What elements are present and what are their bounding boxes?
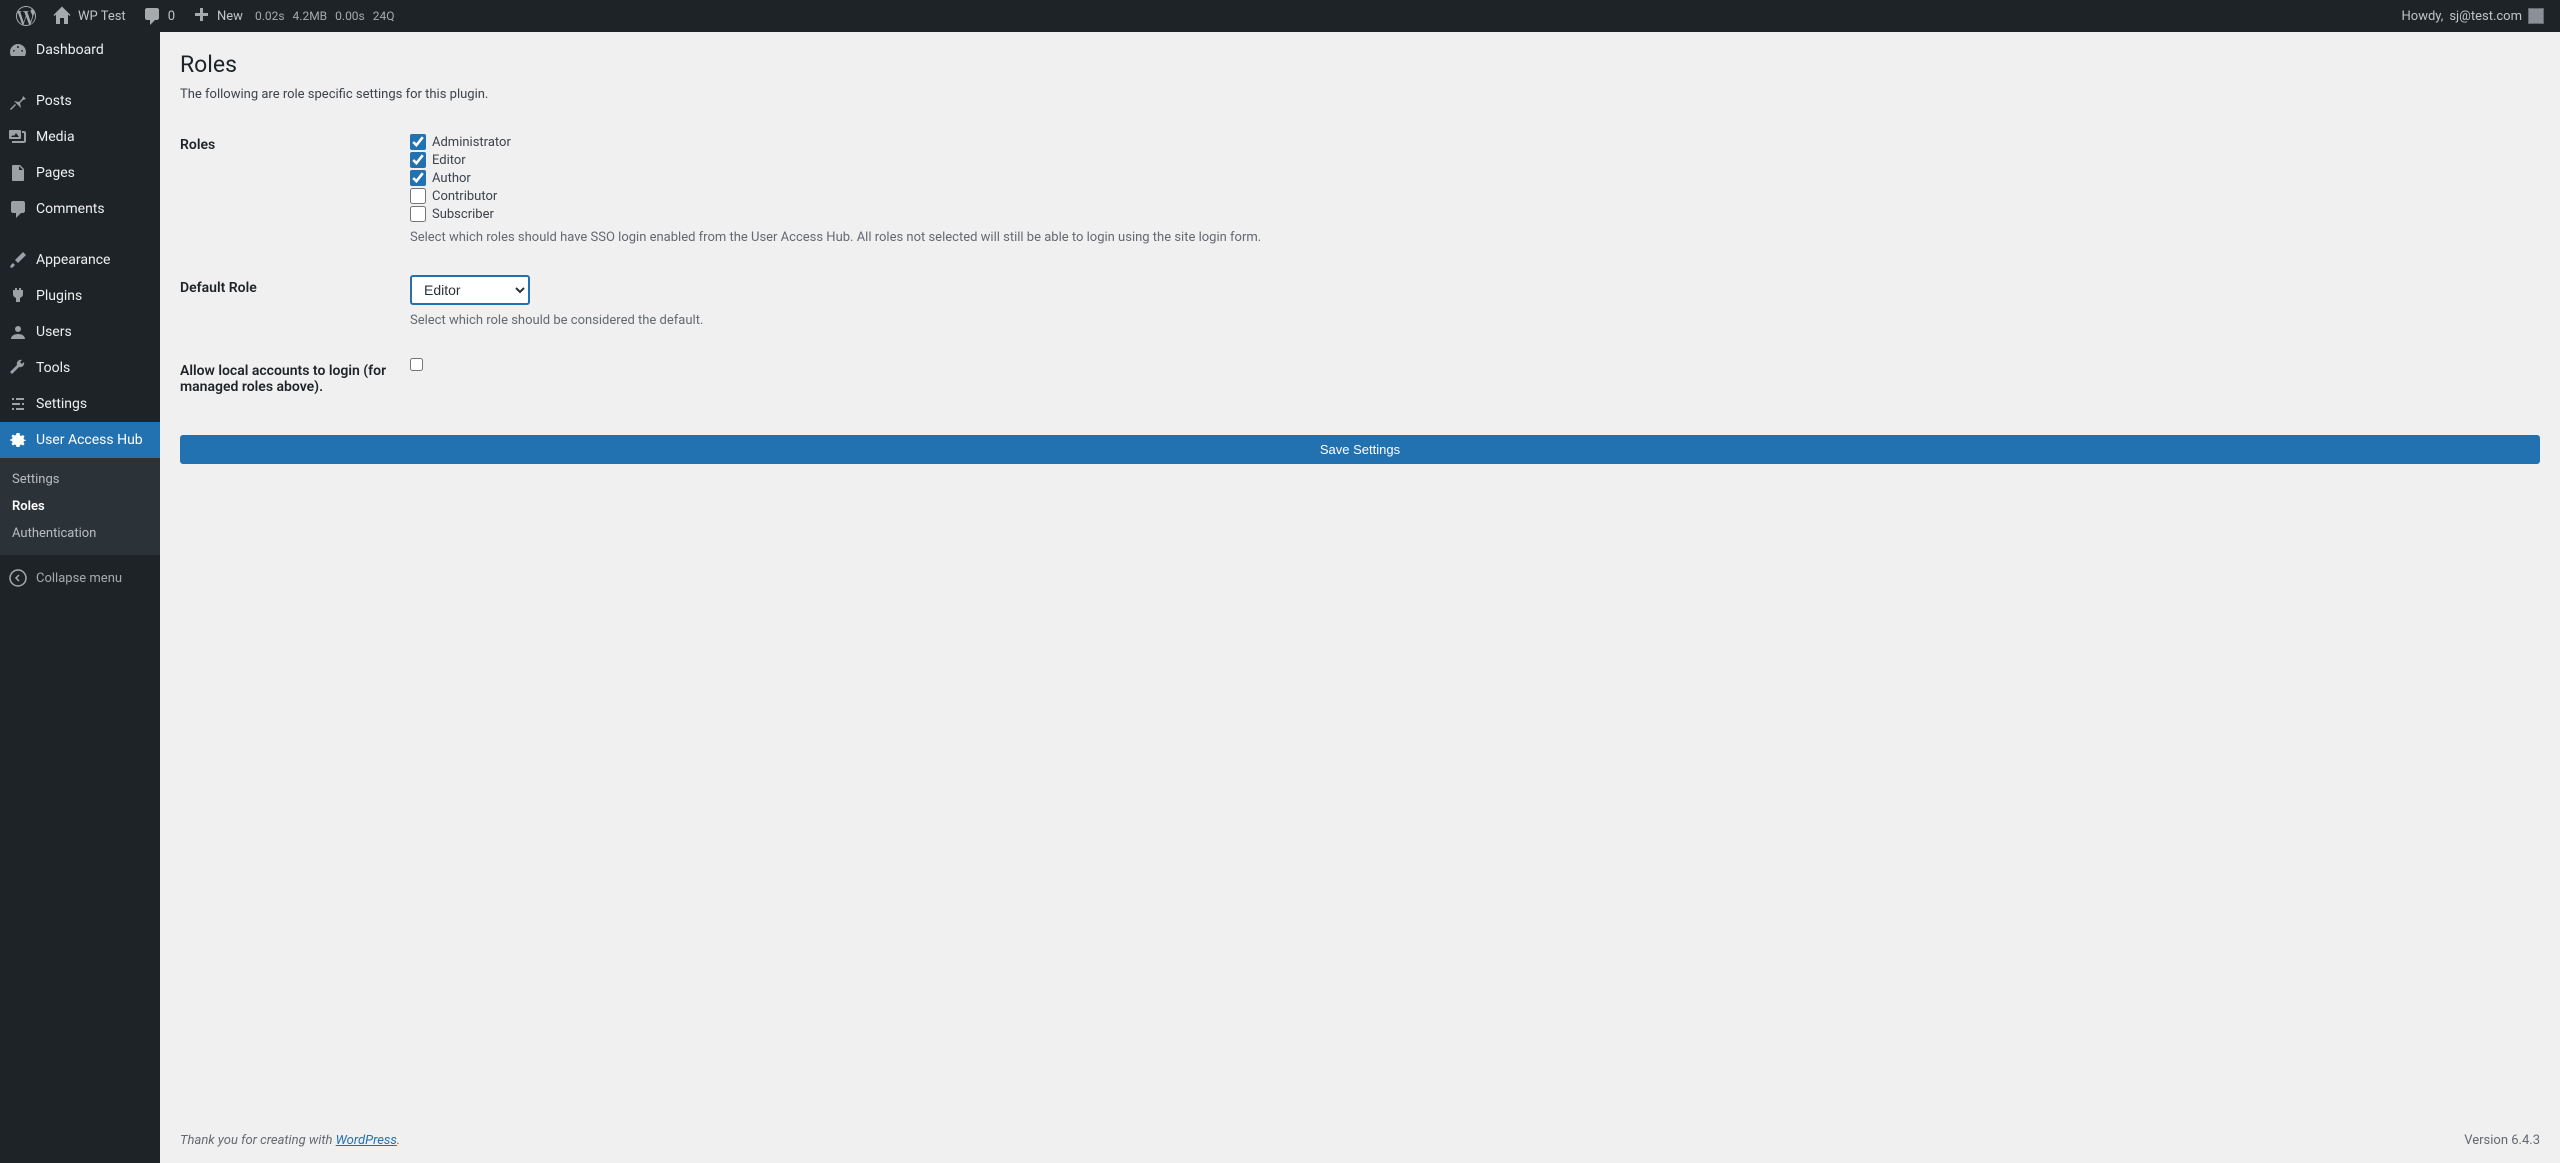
role-checkbox-row[interactable]: Subscriber <box>410 206 2530 222</box>
collapse-menu[interactable]: Collapse menu <box>0 560 160 596</box>
user-email: sj@test.com <box>2449 9 2522 24</box>
allow-local-label: Allow local accounts to login (for manag… <box>180 343 400 415</box>
admin-bar: WP Test 0 New 0.02s 4.2MB 0.00s 24Q Howd… <box>0 0 2560 32</box>
sidebar-label: Appearance <box>36 252 110 268</box>
main-content: Roles The following are role specific se… <box>160 32 2560 1163</box>
page-icon <box>8 163 28 183</box>
sidebar-item-posts[interactable]: Posts <box>0 83 160 119</box>
collapse-icon <box>8 568 28 588</box>
submenu-item-settings[interactable]: Settings <box>0 466 160 493</box>
plug-icon <box>8 286 28 306</box>
sidebar-item-users[interactable]: Users <box>0 314 160 350</box>
default-role-help: Select which role should be considered t… <box>410 313 2530 328</box>
brush-icon <box>8 250 28 270</box>
sidebar-label: Comments <box>36 201 105 217</box>
home-icon <box>52 6 72 26</box>
stat-time2[interactable]: 0.00s <box>331 9 369 23</box>
new-content-link[interactable]: New <box>183 0 251 32</box>
plus-icon <box>191 6 211 26</box>
sidebar-item-settings[interactable]: Settings <box>0 386 160 422</box>
gear-icon <box>8 430 28 450</box>
role-label: Editor <box>432 153 466 168</box>
role-checkbox[interactable] <box>410 188 426 204</box>
default-role-select[interactable]: Editor <box>410 275 530 305</box>
role-label: Author <box>432 171 471 186</box>
sidebar-label: Tools <box>36 360 70 376</box>
comments-icon <box>8 199 28 219</box>
stat-mem[interactable]: 4.2MB <box>289 9 332 23</box>
role-checkbox-row[interactable]: Contributor <box>410 188 2530 204</box>
page-intro: The following are role specific settings… <box>180 87 2540 102</box>
sidebar-label: Media <box>36 129 75 145</box>
save-button[interactable]: Save Settings <box>180 435 2540 464</box>
submenu-item-roles[interactable]: Roles <box>0 493 160 520</box>
stat-time1[interactable]: 0.02s <box>251 9 289 23</box>
howdy-prefix: Howdy, <box>2402 9 2444 24</box>
role-checkbox[interactable] <box>410 170 426 186</box>
sidebar-item-dashboard[interactable]: Dashboard <box>0 32 160 68</box>
role-checkbox[interactable] <box>410 206 426 222</box>
wp-logo[interactable] <box>8 0 44 32</box>
comments-count: 0 <box>168 9 175 24</box>
wordpress-icon <box>16 6 36 26</box>
sidebar-label: Users <box>36 324 72 340</box>
sidebar-label: Dashboard <box>36 42 104 58</box>
wrench-icon <box>8 358 28 378</box>
collapse-label: Collapse menu <box>36 571 122 586</box>
sidebar-item-plugins[interactable]: Plugins <box>0 278 160 314</box>
sidebar-item-media[interactable]: Media <box>0 119 160 155</box>
users-icon <box>8 322 28 342</box>
footer: Thank you for creating with WordPress. V… <box>180 1118 2540 1163</box>
sidebar-label: Settings <box>36 396 87 412</box>
sidebar-item-user-access-hub[interactable]: User Access Hub <box>0 422 160 458</box>
role-label: Administrator <box>432 135 511 150</box>
roles-field-label: Roles <box>180 117 400 260</box>
dashboard-icon <box>8 40 28 60</box>
role-checkbox-row[interactable]: Editor <box>410 152 2530 168</box>
allow-local-checkbox[interactable] <box>410 358 423 371</box>
sliders-icon <box>8 394 28 414</box>
sidebar-label: Posts <box>36 93 72 109</box>
site-name-label: WP Test <box>78 9 126 24</box>
stat-queries[interactable]: 24Q <box>369 9 399 23</box>
new-label: New <box>217 9 243 24</box>
role-checkbox-row[interactable]: Administrator <box>410 134 2530 150</box>
version-label: Version 6.4.3 <box>2464 1133 2540 1148</box>
admin-sidebar: Dashboard Posts Media Pages Comments <box>0 32 160 1163</box>
default-role-label: Default Role <box>180 260 400 343</box>
sidebar-item-comments[interactable]: Comments <box>0 191 160 227</box>
footer-thank-suffix: . <box>397 1133 400 1148</box>
wordpress-link[interactable]: WordPress <box>336 1133 397 1148</box>
role-checkbox-row[interactable]: Author <box>410 170 2530 186</box>
sidebar-item-appearance[interactable]: Appearance <box>0 242 160 278</box>
pin-icon <box>8 91 28 111</box>
avatar <box>2528 8 2544 24</box>
footer-thank-prefix: Thank you for creating with <box>180 1133 336 1148</box>
sidebar-label: Plugins <box>36 288 82 304</box>
roles-help: Select which roles should have SSO login… <box>410 230 2530 245</box>
role-checkbox[interactable] <box>410 134 426 150</box>
site-name-link[interactable]: WP Test <box>44 0 134 32</box>
my-account-link[interactable]: Howdy, sj@test.com <box>2394 0 2552 32</box>
sidebar-item-pages[interactable]: Pages <box>0 155 160 191</box>
media-icon <box>8 127 28 147</box>
page-title: Roles <box>180 42 2540 82</box>
comments-link[interactable]: 0 <box>134 0 183 32</box>
sidebar-label: Pages <box>36 165 75 181</box>
submenu: Settings Roles Authentication <box>0 458 160 555</box>
sidebar-item-tools[interactable]: Tools <box>0 350 160 386</box>
role-label: Subscriber <box>432 207 494 222</box>
comment-icon <box>142 6 162 26</box>
role-checkbox[interactable] <box>410 152 426 168</box>
role-label: Contributor <box>432 189 497 204</box>
submenu-item-authentication[interactable]: Authentication <box>0 520 160 547</box>
sidebar-label: User Access Hub <box>36 432 143 448</box>
